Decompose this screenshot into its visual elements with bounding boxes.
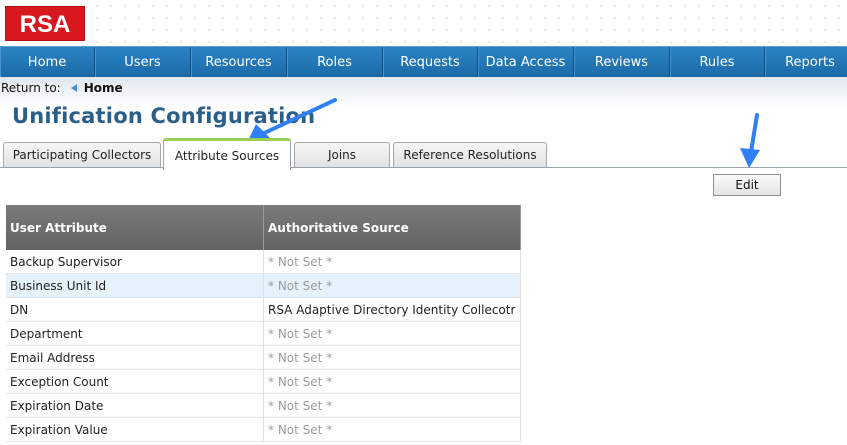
cell-authoritative-source: * Not Set * (263, 273, 521, 298)
svg-text:RSA: RSA (20, 11, 71, 38)
column-header-user-attribute[interactable]: User Attribute (6, 205, 264, 250)
content-header-band (0, 77, 847, 107)
breadcrumb-home-link[interactable]: Home (84, 81, 123, 95)
cell-user-attribute: Business Unit Id (6, 273, 264, 298)
nav-data-access[interactable]: Data Access (478, 47, 574, 77)
breadcrumb-prefix: Return to: (1, 81, 61, 95)
table-row[interactable]: Exception Count * Not Set * (6, 369, 521, 394)
attribute-sources-table: User Attribute Authoritative Source Back… (6, 205, 521, 442)
cell-user-attribute: Expiration Date (6, 393, 264, 418)
app-header: RSA (0, 0, 847, 46)
cell-authoritative-source: * Not Set * (263, 345, 521, 370)
nav-roles[interactable]: Roles (287, 47, 383, 77)
nav-users[interactable]: Users (95, 47, 191, 77)
cell-authoritative-source: * Not Set * (263, 250, 521, 274)
nav-reviews[interactable]: Reviews (574, 47, 670, 77)
cell-authoritative-source: * Not Set * (263, 321, 521, 346)
tab-attribute-sources[interactable]: Attribute Sources (163, 138, 291, 170)
tab-participating-collectors[interactable]: Participating Collectors (3, 142, 161, 167)
nav-resources[interactable]: Resources (191, 47, 287, 77)
cell-user-attribute: Email Address (6, 345, 264, 370)
page-title: Unification Configuration (12, 104, 316, 128)
table-row[interactable]: Expiration Date * Not Set * (6, 393, 521, 418)
table-row[interactable]: Department * Not Set * (6, 321, 521, 346)
nav-home[interactable]: Home (0, 47, 95, 77)
table-row[interactable]: Backup Supervisor * Not Set * (6, 250, 521, 274)
cell-authoritative-source: * Not Set * (263, 417, 521, 442)
cell-user-attribute: DN (6, 297, 264, 322)
cell-user-attribute: Expiration Value (6, 417, 264, 442)
table-row[interactable]: Email Address * Not Set * (6, 345, 521, 370)
nav-reports[interactable]: Reports (765, 47, 847, 77)
table-header-row: User Attribute Authoritative Source (6, 205, 521, 250)
cell-authoritative-source: * Not Set * (263, 393, 521, 418)
column-header-authoritative-source[interactable]: Authoritative Source (263, 205, 521, 250)
table-row[interactable]: Expiration Value * Not Set * (6, 417, 521, 442)
back-arrow-icon (70, 84, 77, 92)
cell-authoritative-source: * Not Set * (263, 369, 521, 394)
table-row[interactable]: DN RSA Adaptive Directory Identity Colle… (6, 297, 521, 322)
edit-button[interactable]: Edit (713, 174, 781, 196)
tab-bar: Participating Collectors Attribute Sourc… (0, 136, 847, 170)
main-nav: Home Users Resources Roles Requests Data… (0, 46, 847, 78)
cell-user-attribute: Backup Supervisor (6, 250, 264, 274)
table-row[interactable]: Business Unit Id * Not Set * (6, 273, 521, 298)
nav-rules[interactable]: Rules (670, 47, 765, 77)
breadcrumb: Return to: Home (1, 81, 123, 95)
tab-joins[interactable]: Joins (294, 142, 390, 167)
rsa-logo-graphic: RSA (20, 11, 71, 38)
header-pattern (90, 0, 847, 46)
nav-requests[interactable]: Requests (383, 47, 478, 77)
rsa-logo[interactable]: RSA (5, 6, 85, 41)
cell-user-attribute: Department (6, 321, 264, 346)
tab-reference-resolutions[interactable]: Reference Resolutions (393, 142, 547, 167)
cell-authoritative-source: RSA Adaptive Directory Identity Collecot… (263, 297, 521, 322)
cell-user-attribute: Exception Count (6, 369, 264, 394)
